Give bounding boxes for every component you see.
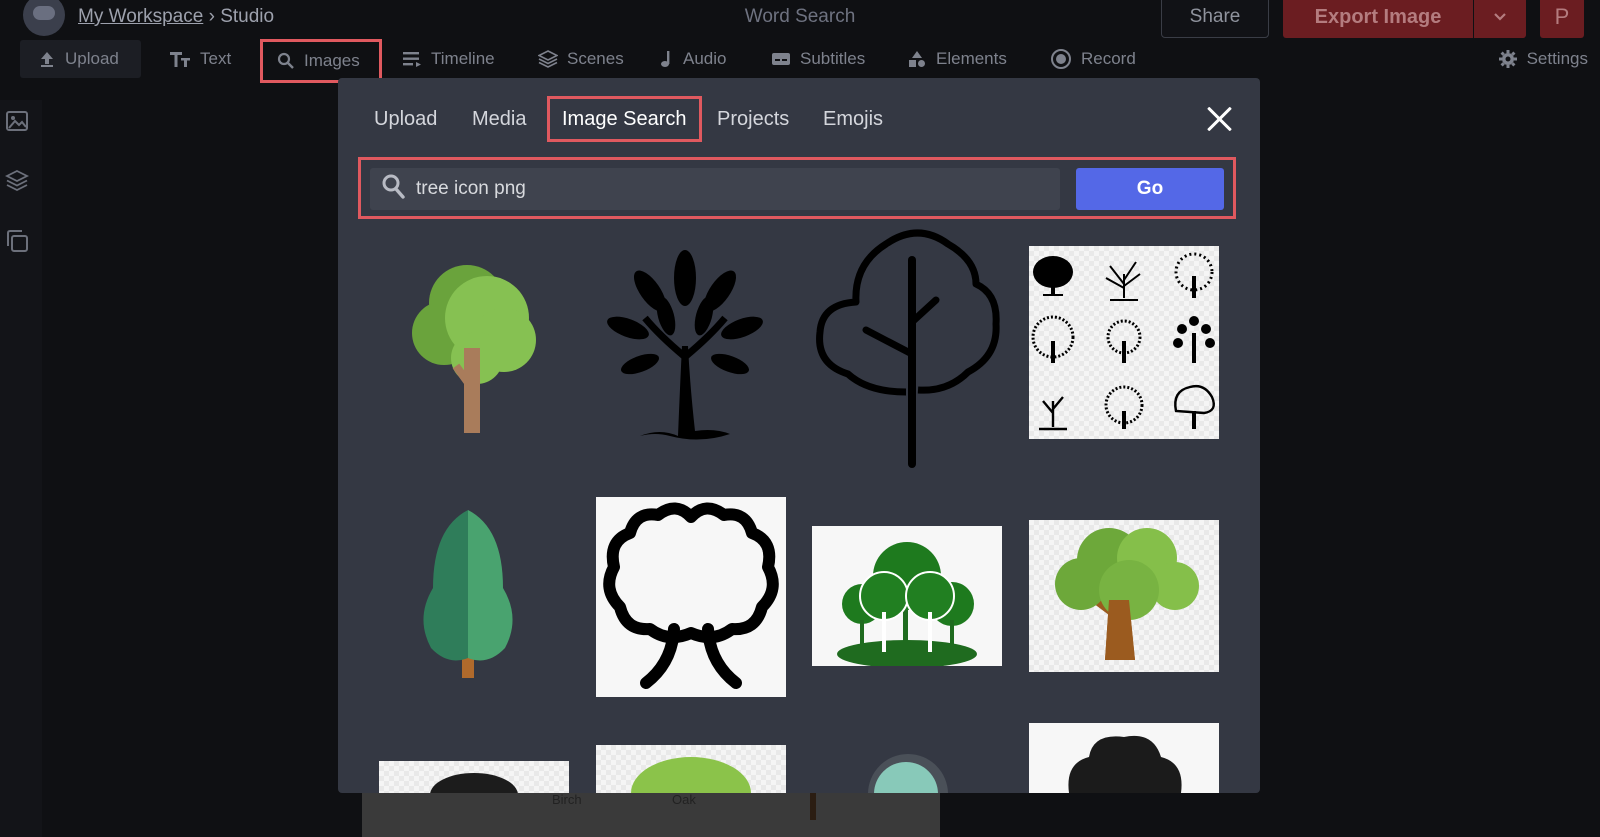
canvas-tree-trunk — [810, 790, 816, 820]
cartoon-tree-icon — [412, 265, 536, 433]
record-icon — [1051, 49, 1071, 69]
editor-toolbar: Upload Text Images Timeline Scenes Audio… — [0, 39, 1600, 83]
tab-media[interactable]: Media — [472, 96, 526, 142]
text-icon — [170, 52, 190, 67]
tab-image-search[interactable]: Image Search — [547, 96, 702, 142]
toolbar-elements-label: Elements — [936, 49, 1007, 68]
toolbar-images-label: Images — [304, 51, 360, 70]
oak-tree-icon — [603, 502, 779, 689]
result-flat-cypress-tree[interactable] — [413, 508, 523, 683]
toolbar-timeline[interactable]: Timeline — [402, 40, 495, 78]
timeline-icon — [403, 52, 421, 67]
shapes-icon — [909, 51, 925, 67]
toolbar-record-label: Record — [1081, 49, 1136, 68]
breadcrumb: My Workspace › Studio — [78, 6, 274, 28]
chevron-down-icon — [1494, 13, 1506, 21]
toolbar-images[interactable]: Images — [260, 39, 382, 83]
result-black-tree-silhouette[interactable] — [600, 246, 770, 446]
black-tree-silhouette-icon — [1068, 735, 1182, 793]
image-icon — [6, 111, 28, 131]
share-button[interactable]: Share — [1161, 0, 1269, 38]
upload-icon — [41, 52, 53, 67]
export-image-button[interactable]: Export Image — [1283, 0, 1473, 38]
result-partial-teal-round-tree[interactable] — [858, 750, 958, 793]
tab-projects[interactable]: Projects — [717, 96, 789, 142]
modal-tabs: Upload Media Image Search Projects Emoji… — [338, 96, 1260, 144]
top-bar: My Workspace › Studio Word Search Share … — [0, 0, 1600, 38]
music-note-icon — [661, 51, 670, 67]
search-input[interactable] — [370, 168, 1060, 210]
rail-copy-button[interactable] — [4, 228, 30, 254]
toolbar-timeline-label: Timeline — [431, 49, 495, 68]
layers-icon — [538, 50, 558, 68]
left-rail — [0, 100, 42, 837]
toolbar-upload-label: Upload — [65, 49, 119, 68]
subtitles-icon — [772, 53, 790, 65]
toolbar-text-label: Text — [200, 49, 232, 68]
rail-layers-button[interactable] — [4, 168, 30, 194]
toolbar-elements[interactable]: Elements — [907, 40, 1007, 78]
workspace-avatar[interactable] — [23, 0, 65, 36]
layers-icon — [5, 169, 29, 192]
teal-tree-icon — [868, 754, 948, 793]
toolbar-record[interactable]: Record — [1050, 40, 1136, 78]
outline-tree-icon — [816, 229, 1000, 468]
result-flat-oak-tree[interactable] — [1029, 520, 1219, 672]
result-cartoon-green-tree[interactable] — [392, 248, 552, 438]
settings-label: Settings — [1526, 49, 1588, 68]
gear-icon — [1498, 50, 1517, 68]
green-bush-icon — [631, 757, 751, 793]
breadcrumb-current: Studio — [220, 6, 275, 27]
search-bar: Go — [358, 157, 1236, 219]
toolbar-text[interactable]: Text — [169, 40, 231, 78]
flat-oak-tree-icon — [1055, 528, 1199, 660]
result-partial-black-tree[interactable] — [1029, 723, 1219, 793]
dark-tree-icon — [430, 773, 518, 793]
toolbar-upload[interactable]: Upload — [20, 40, 141, 78]
toolbar-subtitles-label: Subtitles — [800, 49, 866, 68]
result-partial-green-bush[interactable] — [596, 745, 786, 793]
result-partial-dark-tree[interactable] — [379, 761, 569, 793]
search-icon — [277, 52, 294, 69]
result-oak-outline-tree[interactable] — [596, 497, 786, 697]
result-tree-silhouette-set[interactable] — [1029, 246, 1219, 439]
toolbar-audio-label: Audio — [683, 49, 727, 68]
canvas-label-birch: Birch — [552, 792, 582, 807]
user-avatar[interactable]: P — [1540, 0, 1584, 38]
canvas-label-oak: Oak — [672, 792, 696, 807]
rail-image-button[interactable] — [4, 108, 30, 134]
cypress-tree-icon — [423, 510, 513, 678]
export-dropdown-button[interactable] — [1474, 0, 1526, 38]
close-icon[interactable] — [1206, 106, 1232, 132]
toolbar-scenes-label: Scenes — [567, 49, 624, 68]
toolbar-scenes[interactable]: Scenes — [538, 40, 624, 78]
breadcrumb-workspace-link[interactable]: My Workspace — [78, 6, 203, 27]
black-tree-icon — [607, 250, 763, 440]
go-button[interactable]: Go — [1076, 168, 1224, 210]
canvas-preview: Birch Oak — [362, 790, 940, 837]
duplicate-icon — [7, 230, 28, 252]
result-green-forest-trees[interactable] — [812, 526, 1002, 668]
toolbar-subtitles[interactable]: Subtitles — [771, 40, 865, 78]
tab-emojis[interactable]: Emojis — [823, 96, 883, 142]
tab-upload[interactable]: Upload — [374, 96, 437, 142]
toolbar-settings[interactable]: Settings — [1498, 40, 1588, 78]
breadcrumb-separator: › — [208, 6, 215, 27]
tree-set-icon — [1031, 252, 1215, 431]
image-picker-modal: Upload Media Image Search Projects Emoji… — [338, 78, 1260, 793]
forest-trees-icon — [837, 542, 977, 668]
search-icon — [382, 174, 405, 199]
toolbar-audio[interactable]: Audio — [660, 40, 726, 78]
result-outline-tree[interactable] — [808, 224, 1008, 470]
